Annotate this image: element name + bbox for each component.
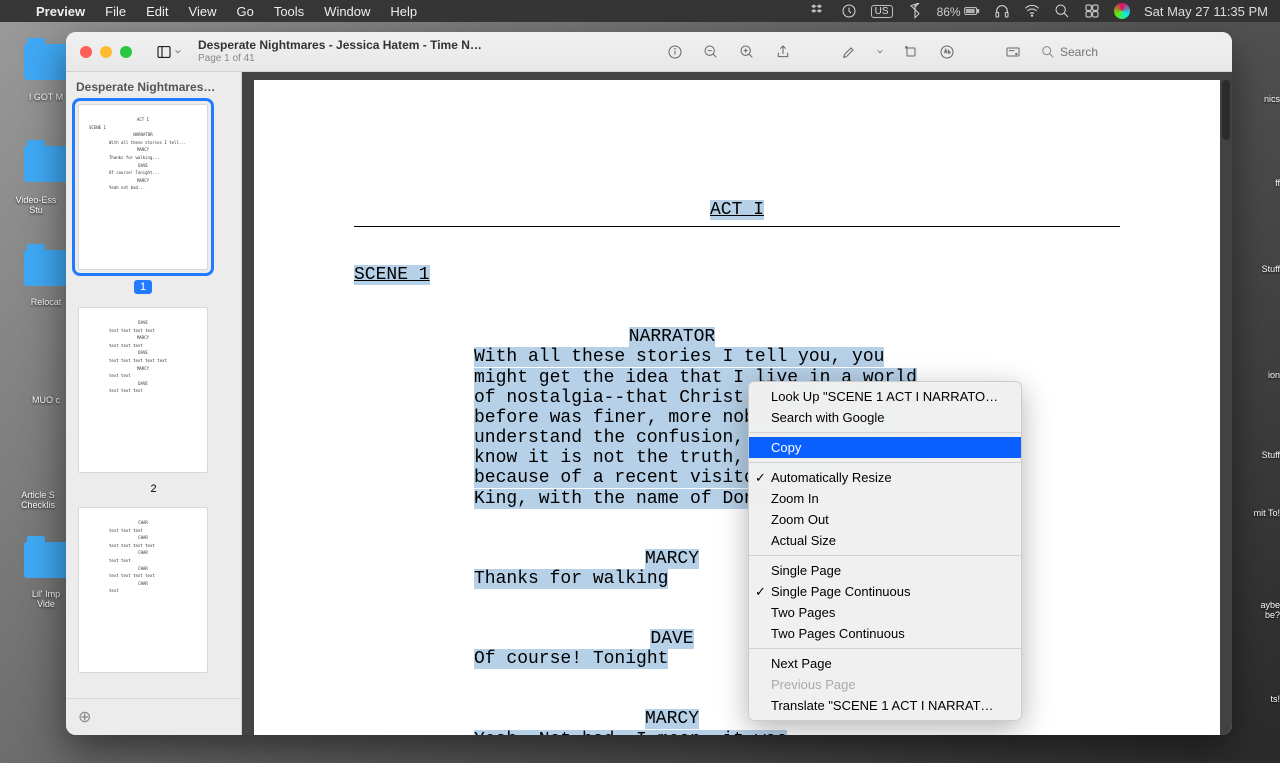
menu-edit[interactable]: Edit <box>136 4 178 19</box>
sidebar-icon <box>156 44 172 60</box>
scrollbar-thumb[interactable] <box>1222 80 1230 140</box>
app-menu[interactable]: Preview <box>26 4 95 19</box>
battery-percent[interactable]: 86% <box>937 3 980 19</box>
context-menu-item[interactable]: Actual Size <box>749 530 1021 551</box>
spotlight-icon[interactable] <box>1054 3 1070 19</box>
page-number-badge: 1 <box>134 280 152 294</box>
info-button[interactable] <box>666 43 684 61</box>
control-center-icon[interactable] <box>1084 3 1100 19</box>
menu-window[interactable]: Window <box>314 4 380 19</box>
context-menu-item[interactable]: Two Pages Continuous <box>749 623 1021 644</box>
keyboard-input-icon[interactable]: US <box>871 5 893 18</box>
context-menu-item[interactable]: Translate "SCENE 1 ACT I NARRATOR With…" <box>749 695 1021 716</box>
sidebar-doc-title: Desperate Nightmares… <box>66 72 241 100</box>
close-button[interactable] <box>80 46 92 58</box>
act-heading: ACT I <box>710 200 764 220</box>
dialogue-text: Yeah. Not bad. I mean, it was <box>474 730 787 736</box>
page-number: 2 <box>78 483 229 495</box>
menu-separator <box>749 648 1021 649</box>
context-menu-item: Previous Page <box>749 674 1021 695</box>
window-titlebar: Desperate Nightmares - Jessica Hatem - T… <box>66 32 1232 72</box>
menu-separator <box>749 462 1021 463</box>
document-page[interactable]: ACT I SCENE 1 NARRATOR With all these st… <box>254 80 1220 735</box>
zoom-in-button[interactable] <box>738 43 756 61</box>
context-menu-item[interactable]: Look Up "SCENE 1 ACT I NARRATOR With…" <box>749 386 1021 407</box>
menu-separator <box>749 432 1021 433</box>
highlight-button[interactable] <box>840 43 858 61</box>
character-name: NARRATOR <box>629 327 715 347</box>
character-name: DAVE <box>650 629 693 649</box>
context-menu-item[interactable]: Copy <box>749 437 1021 458</box>
desktop-folder[interactable] <box>24 542 70 578</box>
context-menu-item[interactable]: Automatically Resize <box>749 467 1021 488</box>
sidebar-view-toggle[interactable] <box>156 44 182 60</box>
wifi-icon[interactable] <box>1024 3 1040 19</box>
chevron-down-icon <box>174 48 182 56</box>
menu-view[interactable]: View <box>179 4 227 19</box>
dialogue-text: Thanks for walking <box>474 569 668 589</box>
form-fill-button[interactable] <box>1004 43 1022 61</box>
page-thumbnail[interactable]: DAVEtext text text textMARCYtext text te… <box>78 307 208 473</box>
thumbnail-sidebar: Desperate Nightmares… ACT ISCENE 1NARRAT… <box>66 72 242 735</box>
context-menu-item[interactable]: Zoom Out <box>749 509 1021 530</box>
fullscreen-button[interactable] <box>120 46 132 58</box>
desktop-folder[interactable] <box>24 146 70 182</box>
character-name: MARCY <box>645 549 699 569</box>
dialogue-text: Of course! Tonight <box>474 649 668 669</box>
minimize-button[interactable] <box>100 46 112 58</box>
context-menu-item[interactable]: Search with Google <box>749 407 1021 428</box>
context-menu-item[interactable]: Next Page <box>749 653 1021 674</box>
preview-window: Desperate Nightmares - Jessica Hatem - T… <box>66 32 1232 735</box>
markup-button[interactable] <box>938 43 956 61</box>
window-subtitle: Page 1 of 41 <box>198 53 488 65</box>
context-menu-item[interactable]: Zoom In <box>749 488 1021 509</box>
menu-help[interactable]: Help <box>380 4 427 19</box>
rotate-button[interactable] <box>902 43 920 61</box>
search-icon <box>1040 44 1056 60</box>
clock[interactable]: Sat May 27 11:35 PM <box>1144 4 1268 19</box>
character-name: MARCY <box>645 709 699 729</box>
menu-tools[interactable]: Tools <box>264 4 314 19</box>
scene-heading: SCENE 1 <box>354 265 430 285</box>
search-input[interactable] <box>1060 45 1200 59</box>
window-title: Desperate Nightmares - Jessica Hatem - T… <box>198 39 488 53</box>
desktop-label: Article S Checklis <box>8 490 68 510</box>
bluetooth-icon[interactable] <box>907 3 923 19</box>
share-button[interactable] <box>774 43 792 61</box>
context-menu: Look Up "SCENE 1 ACT I NARRATOR With…"Se… <box>748 381 1022 721</box>
search-field[interactable] <box>1040 44 1220 60</box>
context-menu-item[interactable]: Single Page <box>749 560 1021 581</box>
desktop-label: Video-Ess Stu <box>6 195 66 215</box>
context-menu-item[interactable]: Single Page Continuous <box>749 581 1021 602</box>
desktop-folder[interactable] <box>24 250 70 286</box>
dropbox-icon[interactable] <box>811 3 827 19</box>
add-page-button[interactable]: ⊕ <box>66 698 241 735</box>
timemachine-icon[interactable] <box>841 3 857 19</box>
document-viewport[interactable]: ACT I SCENE 1 NARRATOR With all these st… <box>242 72 1232 735</box>
page-thumbnail[interactable]: ACT ISCENE 1NARRATORWith all these stori… <box>78 104 208 270</box>
zoom-out-button[interactable] <box>702 43 720 61</box>
context-menu-item[interactable]: Two Pages <box>749 602 1021 623</box>
chevron-down-icon[interactable] <box>876 48 884 56</box>
system-menubar: Preview File Edit View Go Tools Window H… <box>0 0 1280 22</box>
menu-separator <box>749 555 1021 556</box>
siri-icon[interactable] <box>1114 3 1130 19</box>
divider <box>354 226 1120 227</box>
menu-file[interactable]: File <box>95 4 136 19</box>
page-thumbnail[interactable]: CHARtext text textCHARtext text text tex… <box>78 507 208 673</box>
menu-go[interactable]: Go <box>226 4 263 19</box>
desktop-folder[interactable] <box>24 44 70 80</box>
headphones-icon[interactable] <box>994 3 1010 19</box>
